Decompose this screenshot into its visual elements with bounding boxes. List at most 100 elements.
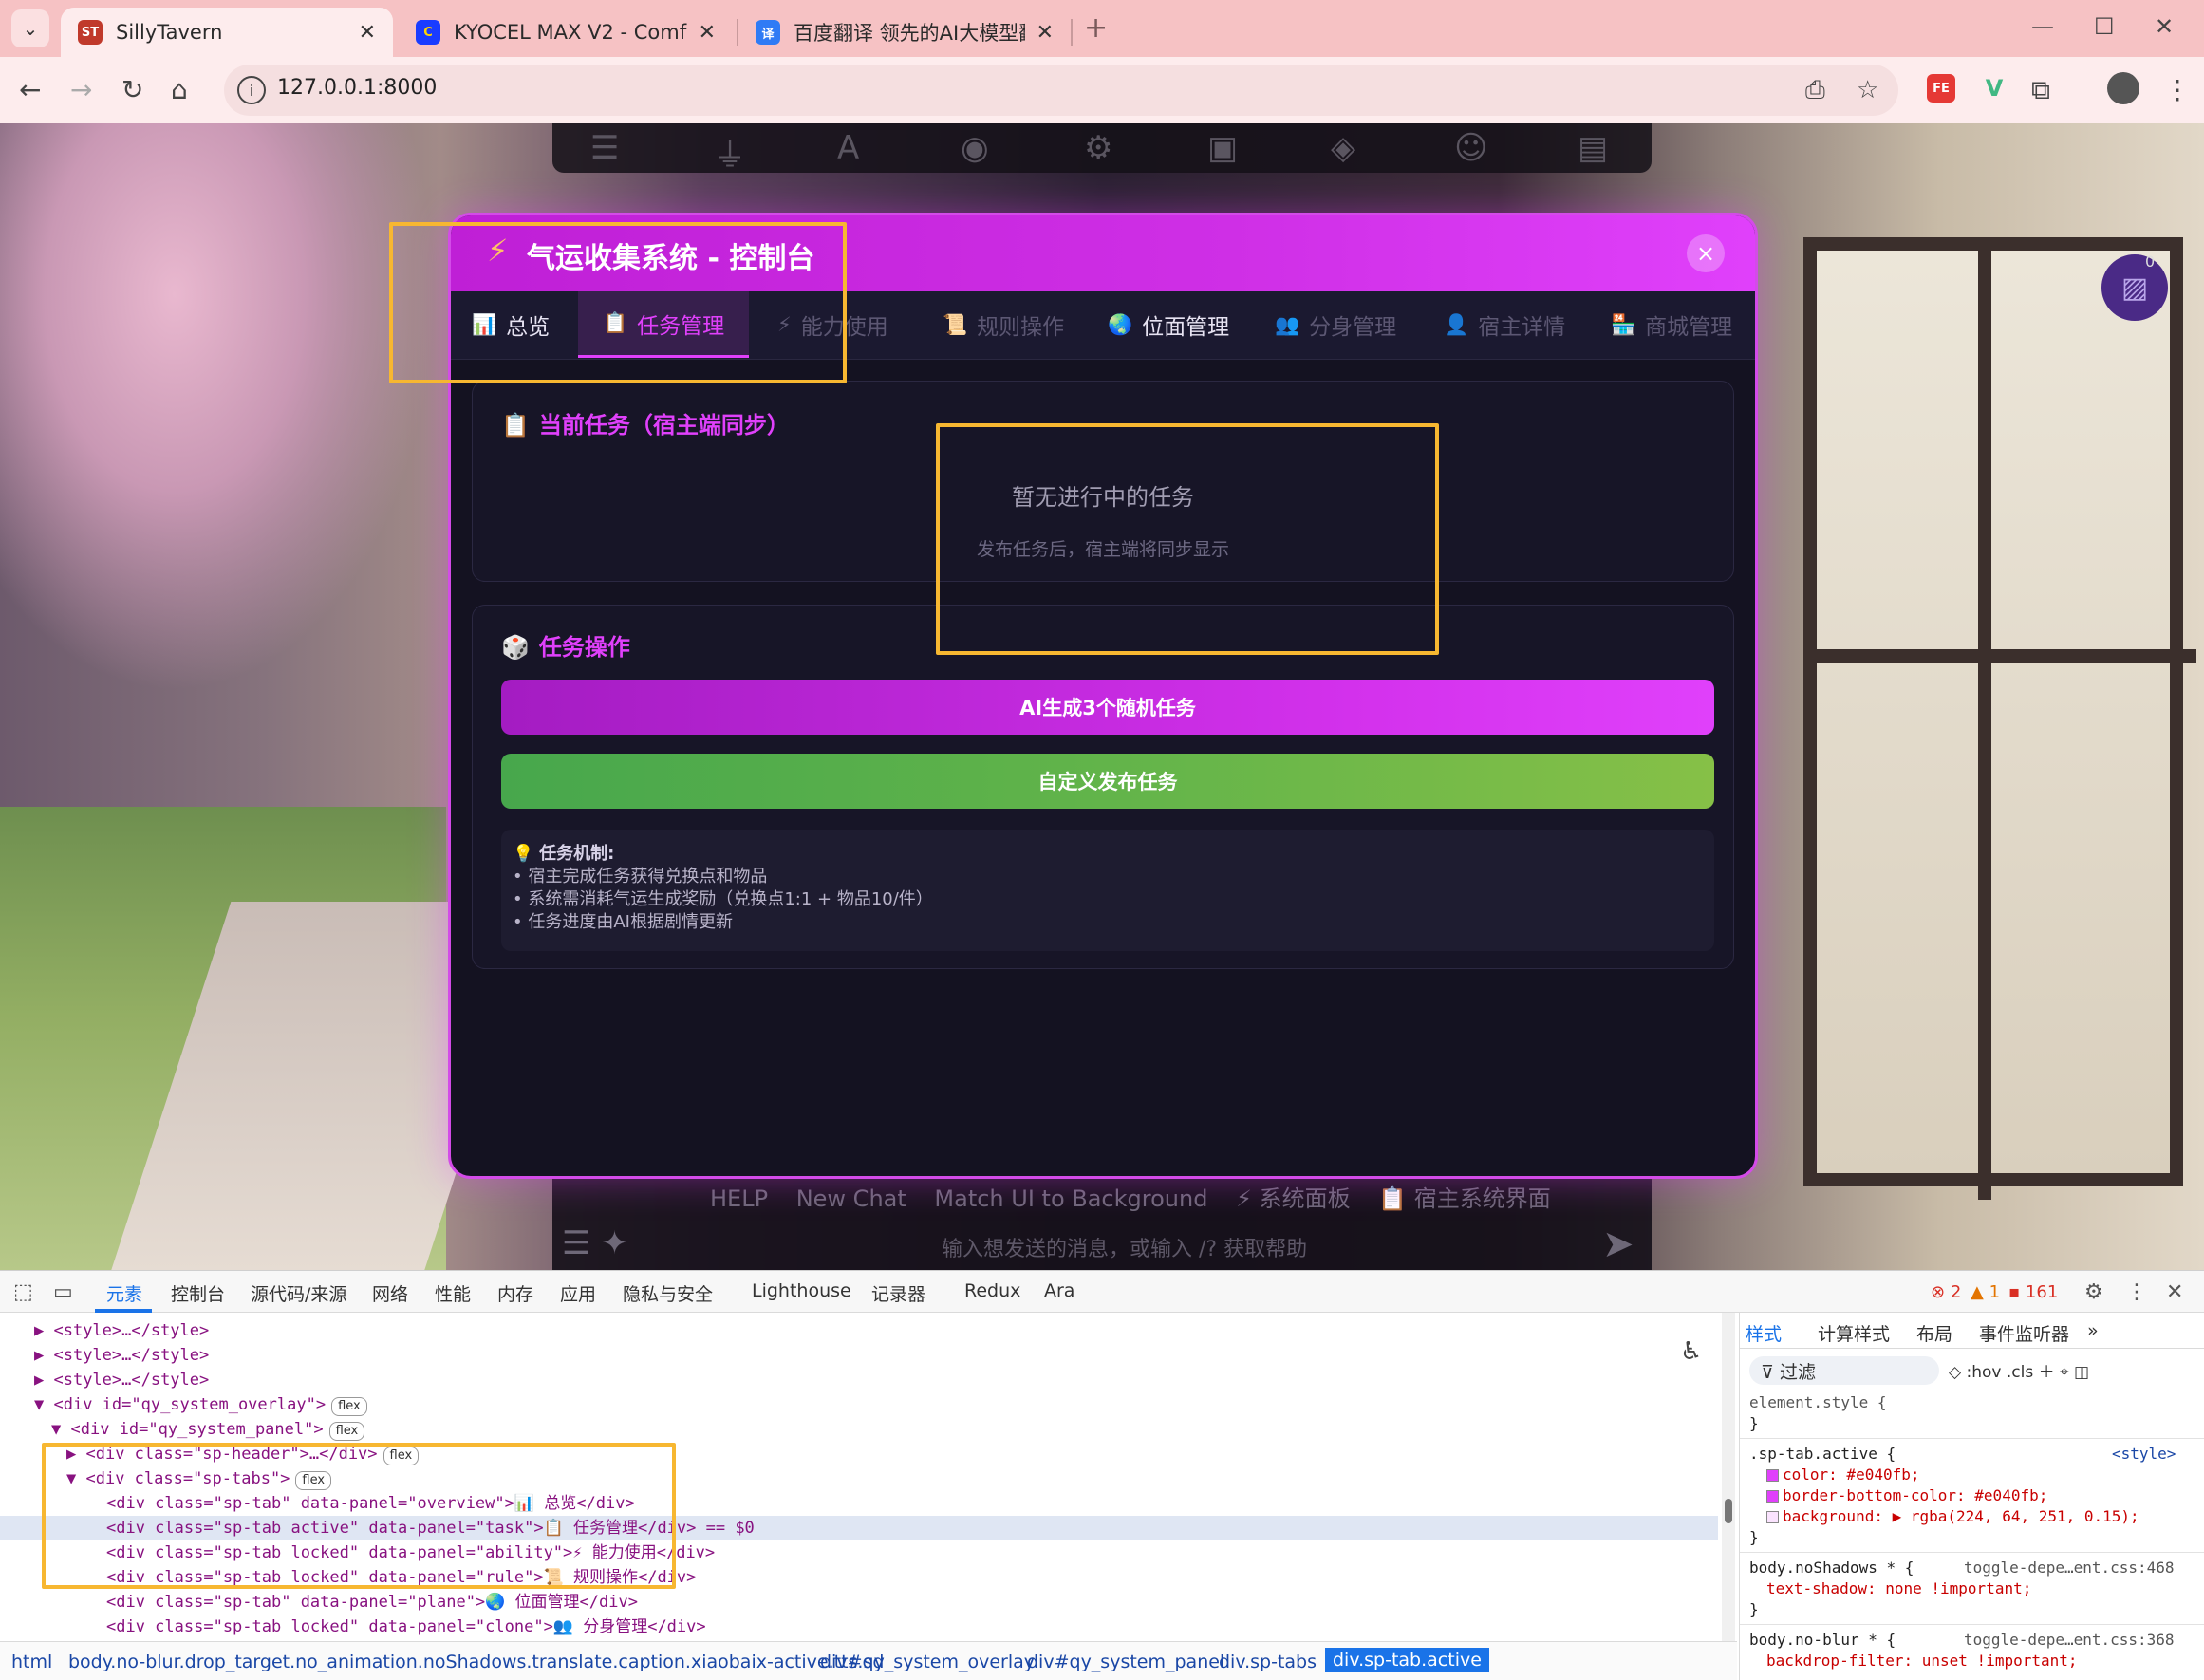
warning-count[interactable]: ▲ 1: [1971, 1282, 2000, 1302]
style-source-link[interactable]: toggle-depe…ent.css:468: [1964, 1558, 2175, 1578]
system-panel-link[interactable]: ⚡ 系统面板: [1236, 1185, 1350, 1212]
browser-tab-sillytavern[interactable]: ST SillyTavern ✕: [61, 8, 393, 57]
character-card-icon[interactable]: ▤: [1578, 129, 1608, 167]
floating-gallery-button[interactable]: ▨: [2101, 254, 2168, 321]
match-ui-link[interactable]: Match UI to Background: [934, 1185, 1207, 1212]
style-declaration[interactable]: background: ▶ rgba(224, 64, 251, 0.15);: [1766, 1506, 2139, 1527]
error-count[interactable]: ⊗ 2: [1931, 1282, 1961, 1302]
styles-more-chevron-icon[interactable]: »: [2087, 1320, 2099, 1341]
home-icon[interactable]: ⌂: [171, 74, 188, 105]
breadcrumb-item[interactable]: div#qy_system_overlay: [820, 1652, 1035, 1672]
device-toolbar-icon[interactable]: ▭: [53, 1280, 73, 1304]
back-arrow-icon[interactable]: ←: [19, 74, 41, 105]
breadcrumb-item[interactable]: div#qy_system_panel: [1027, 1652, 1224, 1672]
tab-search-chevron-icon[interactable]: ⌄: [11, 9, 49, 47]
styles-tab-event-listeners[interactable]: 事件监听器: [1979, 1320, 2069, 1346]
devtools-tab-elements[interactable]: 元素: [106, 1280, 142, 1306]
dom-node[interactable]: ▼ <div id="qy_system_overlay"> flex: [34, 1392, 367, 1417]
formatting-a-icon[interactable]: A: [837, 129, 859, 167]
breadcrumb-item[interactable]: html: [11, 1652, 52, 1672]
style-declaration[interactable]: text-shadow: none !important;: [1766, 1578, 2031, 1599]
tab-close-icon[interactable]: ✕: [359, 21, 376, 45]
add-rule-icon[interactable]: ＋: [2039, 1363, 2055, 1382]
window-maximize-icon[interactable]: ☐: [2094, 13, 2115, 40]
help-link[interactable]: HELP: [710, 1185, 768, 1212]
breadcrumb-item[interactable]: div.sp-tabs: [1219, 1652, 1317, 1672]
host-system-link[interactable]: 📋 宿主系统界面: [1378, 1185, 1551, 1212]
persona-smile-icon[interactable]: ☺: [1454, 129, 1487, 167]
background-image-icon[interactable]: ▣: [1207, 129, 1238, 167]
dom-node[interactable]: ▶ <style>…</style>: [34, 1343, 209, 1368]
tab-close-icon[interactable]: ✕: [699, 21, 716, 45]
devtools-settings-gear-icon[interactable]: ⚙: [2084, 1280, 2103, 1304]
devtools-tab-console[interactable]: 控制台: [171, 1280, 225, 1306]
tab-close-icon[interactable]: ✕: [1037, 21, 1054, 45]
styles-filter-input[interactable]: ⊽ 过滤: [1749, 1356, 1939, 1385]
tab-host[interactable]: 👤 宿主详情: [1444, 291, 1565, 358]
browser-tab-baidu-translate[interactable]: 译 百度翻译 领先的AI大模型翻译 ✕: [738, 8, 1071, 57]
vue-extension-icon[interactable]: V: [1980, 74, 2008, 103]
dom-node[interactable]: <div class="sp-tab" data-panel="plane">🌏…: [106, 1590, 638, 1615]
window-close-icon[interactable]: ✕: [2155, 13, 2174, 40]
chat-options-menu-icon[interactable]: ☰ ✦: [562, 1224, 628, 1262]
fe-extension-icon[interactable]: FE: [1927, 74, 1955, 103]
bookmark-star-icon[interactable]: ☆: [1857, 76, 1878, 104]
dom-node[interactable]: ▼ <div id="qy_system_panel"> flex: [51, 1417, 365, 1442]
style-source-link[interactable]: <style>: [2112, 1444, 2176, 1465]
breadcrumb-item-active[interactable]: div.sp-tab.active: [1325, 1648, 1489, 1672]
user-settings-icon[interactable]: ⚙: [1084, 129, 1112, 167]
devtools-more-icon[interactable]: ⋮: [2126, 1280, 2147, 1304]
style-source-link[interactable]: toggle-depe…ent.css:368: [1964, 1630, 2175, 1651]
devtools-close-icon[interactable]: ✕: [2166, 1280, 2183, 1304]
sidebar-toggle-icon[interactable]: ◫: [2074, 1363, 2089, 1382]
browser-tab-comfyui[interactable]: C KYOCEL MAX V2 - ComfyUI ✕: [399, 8, 733, 57]
style-declaration[interactable]: border-bottom-color: #e040fb;: [1766, 1485, 2047, 1506]
api-plug-icon[interactable]: ⏚: [714, 129, 746, 176]
style-declaration[interactable]: color: #e040fb;: [1766, 1465, 1920, 1485]
custom-publish-task-button[interactable]: 自定义发布任务: [501, 754, 1714, 809]
devtools-tab-redux[interactable]: Redux: [964, 1280, 1020, 1301]
style-declaration[interactable]: backdrop-filter: unset !important;: [1766, 1651, 2078, 1671]
devtools-tab-sources[interactable]: 源代码/来源: [251, 1280, 346, 1306]
devtools-tab-ara[interactable]: Ara: [1044, 1280, 1074, 1301]
forward-arrow-icon[interactable]: →: [70, 74, 92, 105]
world-info-icon[interactable]: ◉: [961, 129, 989, 167]
devtools-tab-privacy[interactable]: 隐私与安全: [623, 1280, 713, 1306]
new-chat-link[interactable]: New Chat: [796, 1185, 906, 1212]
chat-input-placeholder[interactable]: 输入想发送的消息，或输入 /? 获取帮助: [942, 1232, 1307, 1262]
issue-count[interactable]: ▪ 161: [2008, 1282, 2058, 1302]
ai-settings-icon[interactable]: ☰: [590, 129, 619, 167]
browser-menu-icon[interactable]: ⋮: [2164, 74, 2191, 105]
profile-avatar[interactable]: [2107, 72, 2139, 104]
devtools-tab-lighthouse[interactable]: Lighthouse: [752, 1280, 851, 1301]
paint-icon[interactable]: ⌖: [2060, 1363, 2069, 1382]
site-info-icon[interactable]: i: [237, 76, 266, 104]
hov-cls-toggles[interactable]: :hov .cls: [1966, 1363, 2033, 1382]
ai-generate-tasks-button[interactable]: AI生成3个随机任务: [501, 680, 1714, 735]
breadcrumb-item[interactable]: body.no-blur.drop_target.no_animation.no…: [68, 1652, 884, 1672]
tab-shop[interactable]: 🏪 商城管理: [1611, 291, 1732, 358]
devtools-tab-recorder[interactable]: 记录器: [871, 1280, 925, 1306]
dom-node[interactable]: ▶ <style>…</style>: [34, 1368, 209, 1392]
tab-plane[interactable]: 🌏 位面管理: [1108, 291, 1229, 358]
panel-close-button[interactable]: ×: [1687, 234, 1725, 272]
address-bar[interactable]: i 127.0.0.1:8000 ⎙ ☆: [224, 65, 1898, 116]
styles-tab-computed[interactable]: 计算样式: [1818, 1320, 1890, 1346]
install-app-icon[interactable]: ⎙: [1805, 76, 1825, 105]
send-arrow-icon[interactable]: ➤: [1602, 1223, 1634, 1266]
dom-node[interactable]: ▶ <style>…</style>: [34, 1318, 209, 1343]
tab-rule[interactable]: 📜 规则操作: [943, 291, 1064, 358]
new-tab-plus-icon[interactable]: +: [1084, 11, 1108, 45]
styles-tab-layout[interactable]: 布局: [1916, 1320, 1952, 1346]
devtools-tab-network[interactable]: 网络: [372, 1280, 408, 1306]
inspect-element-icon[interactable]: ⬚: [13, 1280, 33, 1304]
elements-scrollbar[interactable]: [1722, 1313, 1735, 1641]
extensions-cubes-icon[interactable]: ◈: [1331, 129, 1355, 167]
accessibility-icon[interactable]: ♿: [1680, 1337, 1702, 1366]
extensions-puzzle-icon[interactable]: ⧉: [2031, 74, 2050, 106]
window-minimize-icon[interactable]: —: [2031, 13, 2054, 40]
devtools-tab-application[interactable]: 应用: [560, 1280, 596, 1306]
styles-tab-styles[interactable]: 样式: [1746, 1320, 1782, 1346]
devtools-tab-performance[interactable]: 性能: [435, 1280, 471, 1306]
layers-icon[interactable]: ◇: [1949, 1363, 1961, 1382]
